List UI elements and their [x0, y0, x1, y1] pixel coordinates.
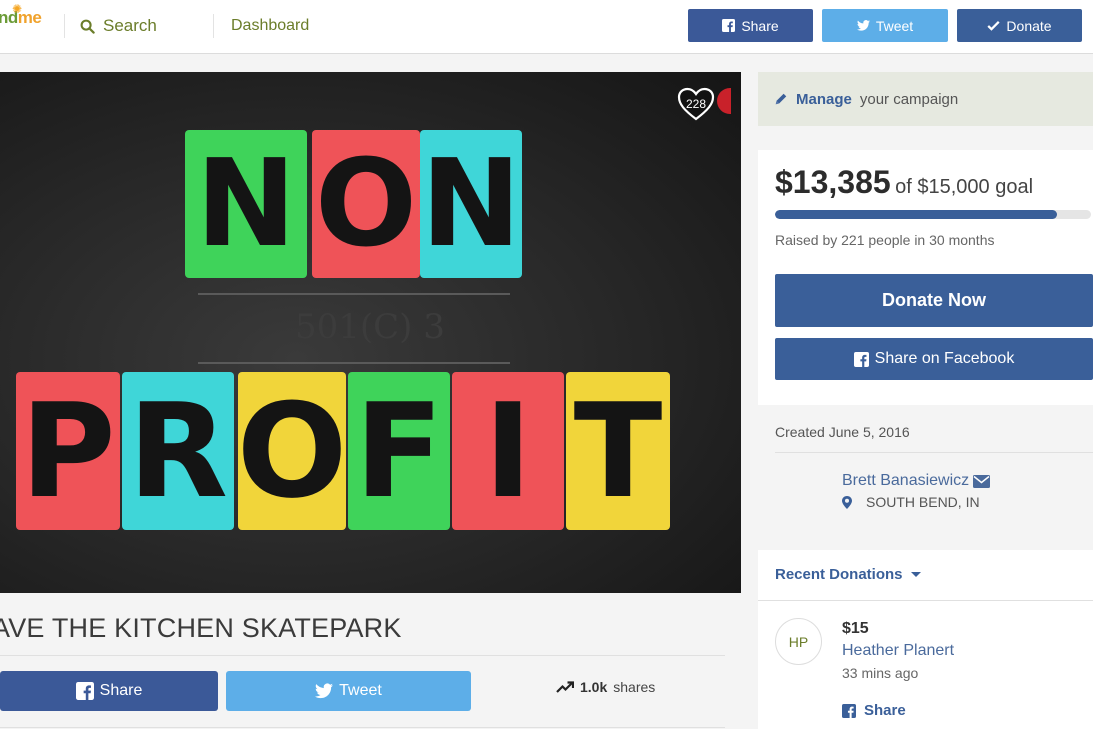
- share-count: 1.0k shares: [556, 679, 655, 695]
- hero-tile-letter: P: [16, 372, 120, 530]
- share-count-label: shares: [613, 679, 656, 695]
- facebook-icon: [842, 703, 856, 718]
- organizer-name: Brett Banasiewicz: [842, 472, 970, 489]
- goal-progress-fill: [775, 210, 1057, 219]
- pencil-icon: [775, 93, 787, 105]
- twitter-icon: [856, 20, 870, 31]
- donate-now-button[interactable]: Donate Now: [775, 274, 1093, 327]
- goal-progress-bar: [775, 210, 1091, 219]
- hero-tile-letter: N: [185, 130, 307, 278]
- header-tweet-label: Tweet: [875, 17, 914, 34]
- hero-tile-letter: R: [122, 372, 234, 530]
- donation-time: 33 mins ago: [842, 665, 919, 681]
- map-pin-icon: [842, 495, 852, 509]
- created-date: Created June 5, 2016: [775, 424, 910, 440]
- share-on-facebook-label: Share on Facebook: [874, 350, 1015, 367]
- nav-divider: [64, 14, 65, 38]
- raised-amount: $13,385: [775, 164, 891, 200]
- hero-tile-letter: O: [312, 130, 420, 278]
- campaign-tweet-label: Tweet: [339, 682, 382, 699]
- facebook-icon: [853, 351, 869, 367]
- like-count: 228: [685, 97, 707, 111]
- manage-label-strong: Manage: [796, 90, 852, 108]
- divider: [775, 452, 1093, 453]
- donor-name[interactable]: Heather Planert: [842, 642, 954, 660]
- dashboard-link[interactable]: Dashboard: [231, 17, 309, 35]
- envelope-icon[interactable]: [973, 474, 991, 488]
- top-navigation-bar: ✺ ndme Search Dashboard Share Tweet Dona…: [0, 0, 1093, 54]
- donation-share-label: Share: [864, 702, 906, 719]
- hero-tile-letter: O: [237, 372, 347, 530]
- manage-label-rest: your campaign: [859, 90, 959, 108]
- facebook-icon: [722, 19, 736, 32]
- site-logo[interactable]: ✺ ndme: [0, 2, 42, 28]
- donation-share-button[interactable]: Share: [842, 702, 906, 719]
- organizer-location: SOUTH BEND, IN: [842, 494, 980, 510]
- organizer-name-link[interactable]: Brett Banasiewicz: [842, 472, 991, 490]
- donation-amount: $15: [842, 620, 869, 637]
- hero-tile-letter: T: [566, 372, 670, 530]
- hero-tile-letter: I: [452, 372, 564, 530]
- header-share-label: Share: [741, 17, 779, 34]
- hero-tile-letter: N: [420, 130, 522, 278]
- checkmark-icon: [987, 21, 1001, 31]
- campaign-tweet-button[interactable]: Tweet: [226, 671, 471, 711]
- divider: [758, 600, 1093, 601]
- search-link[interactable]: Search: [80, 16, 157, 36]
- goal-text: of $15,000 goal: [895, 176, 1034, 198]
- raised-summary: $13,385 of $15,000 goal: [775, 164, 1033, 201]
- location-text: SOUTH BEND, IN: [866, 494, 980, 510]
- search-label: Search: [103, 16, 157, 35]
- chalk-line: [198, 362, 510, 364]
- twitter-icon: [315, 683, 334, 699]
- campaign-title: AVE THE KITCHEN SKATEPARK: [0, 613, 402, 643]
- search-icon: [80, 19, 95, 34]
- recent-donations-card: Recent Donations HP $15 Heather Planert …: [758, 550, 1093, 729]
- share-on-facebook-button[interactable]: Share on Facebook: [775, 338, 1093, 380]
- manage-campaign-link[interactable]: Manage your campaign: [758, 72, 1093, 126]
- donation-summary-card: $13,385 of $15,000 goal Raised by 221 pe…: [758, 150, 1093, 405]
- header-donate-label: Donate: [1006, 17, 1052, 34]
- notification-indicator: [717, 88, 731, 114]
- hero-subtitle: 501(C) 3: [295, 307, 445, 347]
- header-share-button[interactable]: Share: [688, 9, 813, 42]
- like-button[interactable]: 228: [676, 86, 716, 122]
- header-donate-button[interactable]: Donate: [957, 9, 1082, 42]
- sun-icon: ✺: [12, 2, 22, 16]
- nav-divider: [213, 14, 214, 38]
- campaign-share-label: Share: [99, 682, 143, 699]
- donor-avatar: HP: [775, 618, 822, 665]
- share-count-value: 1.0k: [580, 679, 608, 695]
- hero-tile-letter: F: [348, 372, 450, 530]
- facebook-icon: [75, 682, 94, 700]
- raised-by-text: Raised by 221 people in 30 months: [775, 232, 995, 248]
- recent-donations-heading: Recent Donations: [775, 566, 903, 583]
- divider: [0, 727, 725, 728]
- campaign-share-button[interactable]: Share: [0, 671, 218, 711]
- campaign-hero-image: N O N 501(C) 3 P R O F I T 228: [0, 72, 741, 593]
- header-tweet-button[interactable]: Tweet: [822, 9, 948, 42]
- divider: [0, 655, 725, 656]
- chalk-line: [198, 293, 510, 295]
- recent-donations-dropdown[interactable]: Recent Donations: [775, 566, 921, 583]
- caret-down-icon: [910, 572, 921, 577]
- trending-up-icon: [556, 681, 574, 693]
